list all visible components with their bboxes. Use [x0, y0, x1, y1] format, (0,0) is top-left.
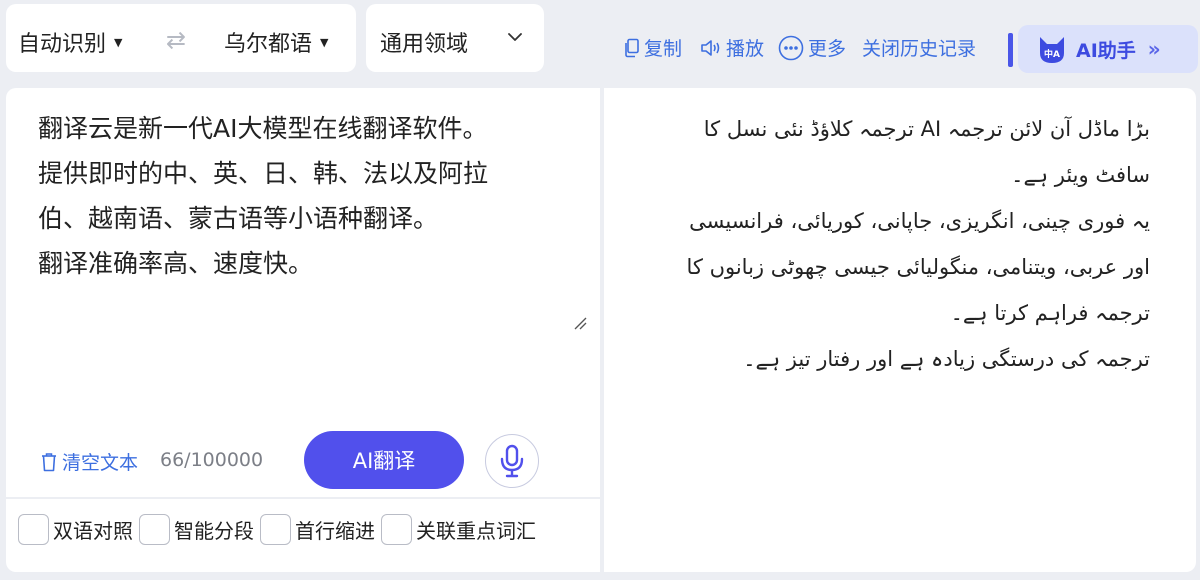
translation-output: بڑا ماڈل آن لائن ترجمہ AI ترجمہ کلاؤڈ نئ…	[630, 106, 1151, 382]
clear-text-button[interactable]: 清空文本	[40, 448, 138, 475]
close-history-button[interactable]: 关闭历史记录	[862, 34, 976, 61]
char-count: 66/100000	[160, 449, 264, 471]
caret-down-icon: ▼	[114, 35, 123, 49]
target-line: ترجمہ فراہم کرتا ہے۔	[950, 301, 1150, 325]
option-label: 关联重点词汇	[416, 519, 536, 543]
chevron-down-icon	[506, 28, 524, 50]
source-language-select[interactable]: 自动识别 ▼	[18, 26, 122, 58]
option-label: 双语对照	[53, 519, 133, 543]
option-label: 首行缩进	[295, 519, 375, 543]
options-divider	[6, 497, 600, 499]
resize-handle-icon[interactable]	[573, 315, 587, 334]
copy-button[interactable]: 复制	[624, 34, 682, 61]
options-row: 双语对照 智能分段 首行缩进 关联重点词汇	[18, 514, 542, 545]
checkbox[interactable]	[18, 514, 49, 545]
source-line: 翻译准确率高、速度快。	[38, 249, 314, 278]
microphone-button[interactable]	[485, 434, 539, 488]
trash-icon	[40, 452, 58, 472]
play-button[interactable]: 播放	[700, 34, 764, 61]
checkbox[interactable]	[381, 514, 412, 545]
target-panel: بڑا ماڈل آن لائن ترجمہ AI ترجمہ کلاؤڈ نئ…	[604, 88, 1196, 572]
target-line: سافٹ ویئر ہے۔	[1011, 163, 1150, 187]
swap-arrows-icon[interactable]: ⇄	[166, 26, 186, 54]
language-selector: 自动识别 ▼ ⇄ 乌尔都语 ▼	[6, 4, 356, 72]
ai-mascot-text: 中A	[1044, 48, 1060, 60]
target-line: ترجمہ کی درستگی زیادہ ہے اور رفتار تیز ہ…	[743, 347, 1150, 371]
caret-down-icon: ▼	[320, 35, 329, 49]
toolbar-divider	[1008, 33, 1013, 67]
target-line: یہ فوری چینی، انگریزی، جاپانی، کوریائی، …	[689, 209, 1150, 233]
ai-translate-button[interactable]: AI翻译	[304, 431, 464, 489]
copy-icon	[624, 38, 640, 58]
option-first-line-indent[interactable]: 首行缩进	[260, 514, 375, 545]
source-language-label: 自动识别	[18, 32, 107, 57]
close-history-label: 关闭历史记录	[862, 38, 977, 60]
target-language-label: 乌尔都语	[224, 32, 313, 57]
source-line: 翻译云是新一代AI大模型在线翻译软件。	[38, 114, 488, 143]
ai-mascot-icon: 中A	[1036, 33, 1068, 65]
more-dots-icon	[778, 35, 804, 61]
source-line: 提供即时的中、英、日、韩、法以及阿拉	[38, 159, 489, 188]
source-line: 伯、越南语、蒙古语等小语种翻译。	[38, 204, 439, 233]
option-smart-paragraph[interactable]: 智能分段	[139, 514, 254, 545]
source-textarea[interactable]: 翻译云是新一代AI大模型在线翻译软件。 提供即时的中、英、日、韩、法以及阿拉 伯…	[38, 106, 578, 286]
option-key-vocabulary[interactable]: 关联重点词汇	[381, 514, 536, 545]
option-bilingual[interactable]: 双语对照	[18, 514, 133, 545]
checkbox[interactable]	[139, 514, 170, 545]
target-line: بڑا ماڈل آن لائن ترجمہ AI ترجمہ کلاؤڈ نئ…	[703, 117, 1150, 141]
clear-text-label: 清空文本	[62, 452, 139, 474]
option-label: 智能分段	[174, 519, 254, 543]
ai-assistant-label: AI助手	[1076, 39, 1136, 62]
more-label: 更多	[808, 38, 847, 60]
copy-label: 复制	[644, 38, 683, 60]
domain-label: 通用领域	[380, 32, 469, 57]
source-panel: 翻译云是新一代AI大模型在线翻译软件。 提供即时的中、英、日、韩、法以及阿拉 伯…	[6, 88, 600, 572]
target-line: اور عربی، ویتنامی، منگولیائی جیسی چھوٹی …	[686, 255, 1151, 279]
double-chevron-right-icon: »	[1147, 37, 1161, 61]
checkbox[interactable]	[260, 514, 291, 545]
more-button[interactable]: 更多	[778, 34, 846, 61]
microphone-icon	[499, 444, 525, 478]
domain-select[interactable]: 通用领域	[366, 4, 544, 72]
target-language-select[interactable]: 乌尔都语 ▼	[224, 26, 328, 58]
speaker-icon	[700, 38, 722, 58]
ai-assistant-button[interactable]: 中A AI助手 »	[1018, 25, 1198, 73]
play-label: 播放	[726, 38, 765, 60]
